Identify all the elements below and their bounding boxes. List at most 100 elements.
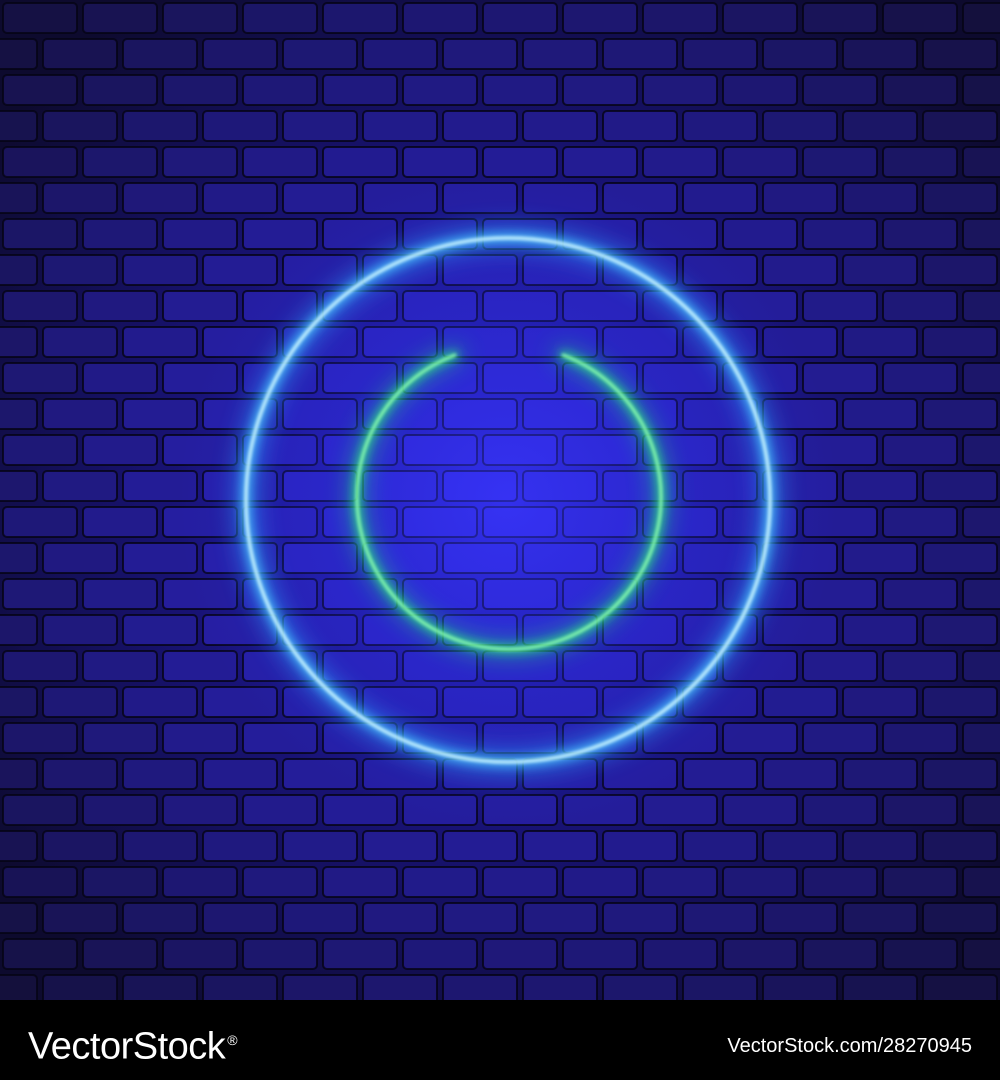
brick <box>122 110 198 142</box>
brick <box>762 758 838 790</box>
brick <box>922 398 998 430</box>
brick <box>282 110 358 142</box>
brick <box>842 326 918 358</box>
brick <box>882 578 958 610</box>
brick <box>642 146 718 178</box>
brick <box>162 74 238 106</box>
brick <box>802 722 878 754</box>
brick <box>242 938 318 970</box>
brick <box>42 542 118 574</box>
brick <box>202 38 278 70</box>
brick <box>2 650 78 682</box>
brick <box>882 362 958 394</box>
brick <box>682 830 758 862</box>
brick <box>922 686 998 718</box>
brick <box>842 614 918 646</box>
brick <box>122 758 198 790</box>
brick <box>802 650 878 682</box>
brick <box>962 146 1000 178</box>
brick <box>202 830 278 862</box>
brick <box>282 182 358 214</box>
brick <box>762 254 838 286</box>
brick <box>122 254 198 286</box>
brick <box>162 866 238 898</box>
brick <box>2 794 78 826</box>
brick <box>722 74 798 106</box>
brick <box>0 326 38 358</box>
brick <box>0 758 38 790</box>
brick <box>2 290 78 322</box>
brick <box>362 110 438 142</box>
brick <box>82 938 158 970</box>
brick <box>122 830 198 862</box>
brick <box>882 650 958 682</box>
brick <box>962 722 1000 754</box>
brick <box>642 794 718 826</box>
brick <box>962 74 1000 106</box>
brick <box>722 218 798 250</box>
brick <box>82 146 158 178</box>
brick <box>522 902 598 934</box>
brick <box>2 722 78 754</box>
brick <box>202 902 278 934</box>
brick <box>442 974 518 1000</box>
brick <box>802 866 878 898</box>
brick <box>882 506 958 538</box>
brick <box>762 110 838 142</box>
brick <box>322 146 398 178</box>
brick <box>642 938 718 970</box>
brick <box>162 2 238 34</box>
brick <box>882 2 958 34</box>
brick <box>962 866 1000 898</box>
neon-scene <box>0 0 1000 1000</box>
brick <box>82 506 158 538</box>
brick <box>842 974 918 1000</box>
brick <box>122 686 198 718</box>
brick <box>962 578 1000 610</box>
registered-mark: ® <box>227 1032 238 1048</box>
brick <box>42 974 118 1000</box>
brick <box>0 614 38 646</box>
brick <box>122 614 198 646</box>
brick <box>0 110 38 142</box>
brick <box>562 146 638 178</box>
brick <box>0 470 38 502</box>
brick <box>842 902 918 934</box>
brick <box>842 254 918 286</box>
brick <box>42 38 118 70</box>
brick <box>642 866 718 898</box>
brick <box>682 902 758 934</box>
brick <box>82 722 158 754</box>
brick <box>722 146 798 178</box>
brick <box>842 686 918 718</box>
brick <box>842 470 918 502</box>
brick <box>362 38 438 70</box>
brick <box>602 830 678 862</box>
brick <box>722 794 798 826</box>
brick <box>202 758 278 790</box>
brick <box>602 974 678 1000</box>
brick <box>282 38 358 70</box>
brick <box>682 38 758 70</box>
brick <box>2 218 78 250</box>
brick <box>922 254 998 286</box>
brick <box>522 38 598 70</box>
brick <box>762 830 838 862</box>
brick <box>802 218 878 250</box>
brick <box>962 938 1000 970</box>
brick <box>2 938 78 970</box>
brick <box>42 830 118 862</box>
brand-logo[interactable]: VectorStock ® <box>28 1018 238 1069</box>
brick <box>122 902 198 934</box>
brick <box>522 110 598 142</box>
brick <box>402 866 478 898</box>
brick <box>322 866 398 898</box>
brick <box>322 2 398 34</box>
brick <box>922 614 998 646</box>
brick <box>562 2 638 34</box>
brick <box>842 182 918 214</box>
brick <box>322 938 398 970</box>
brick <box>722 2 798 34</box>
brick <box>682 974 758 1000</box>
brick <box>882 722 958 754</box>
